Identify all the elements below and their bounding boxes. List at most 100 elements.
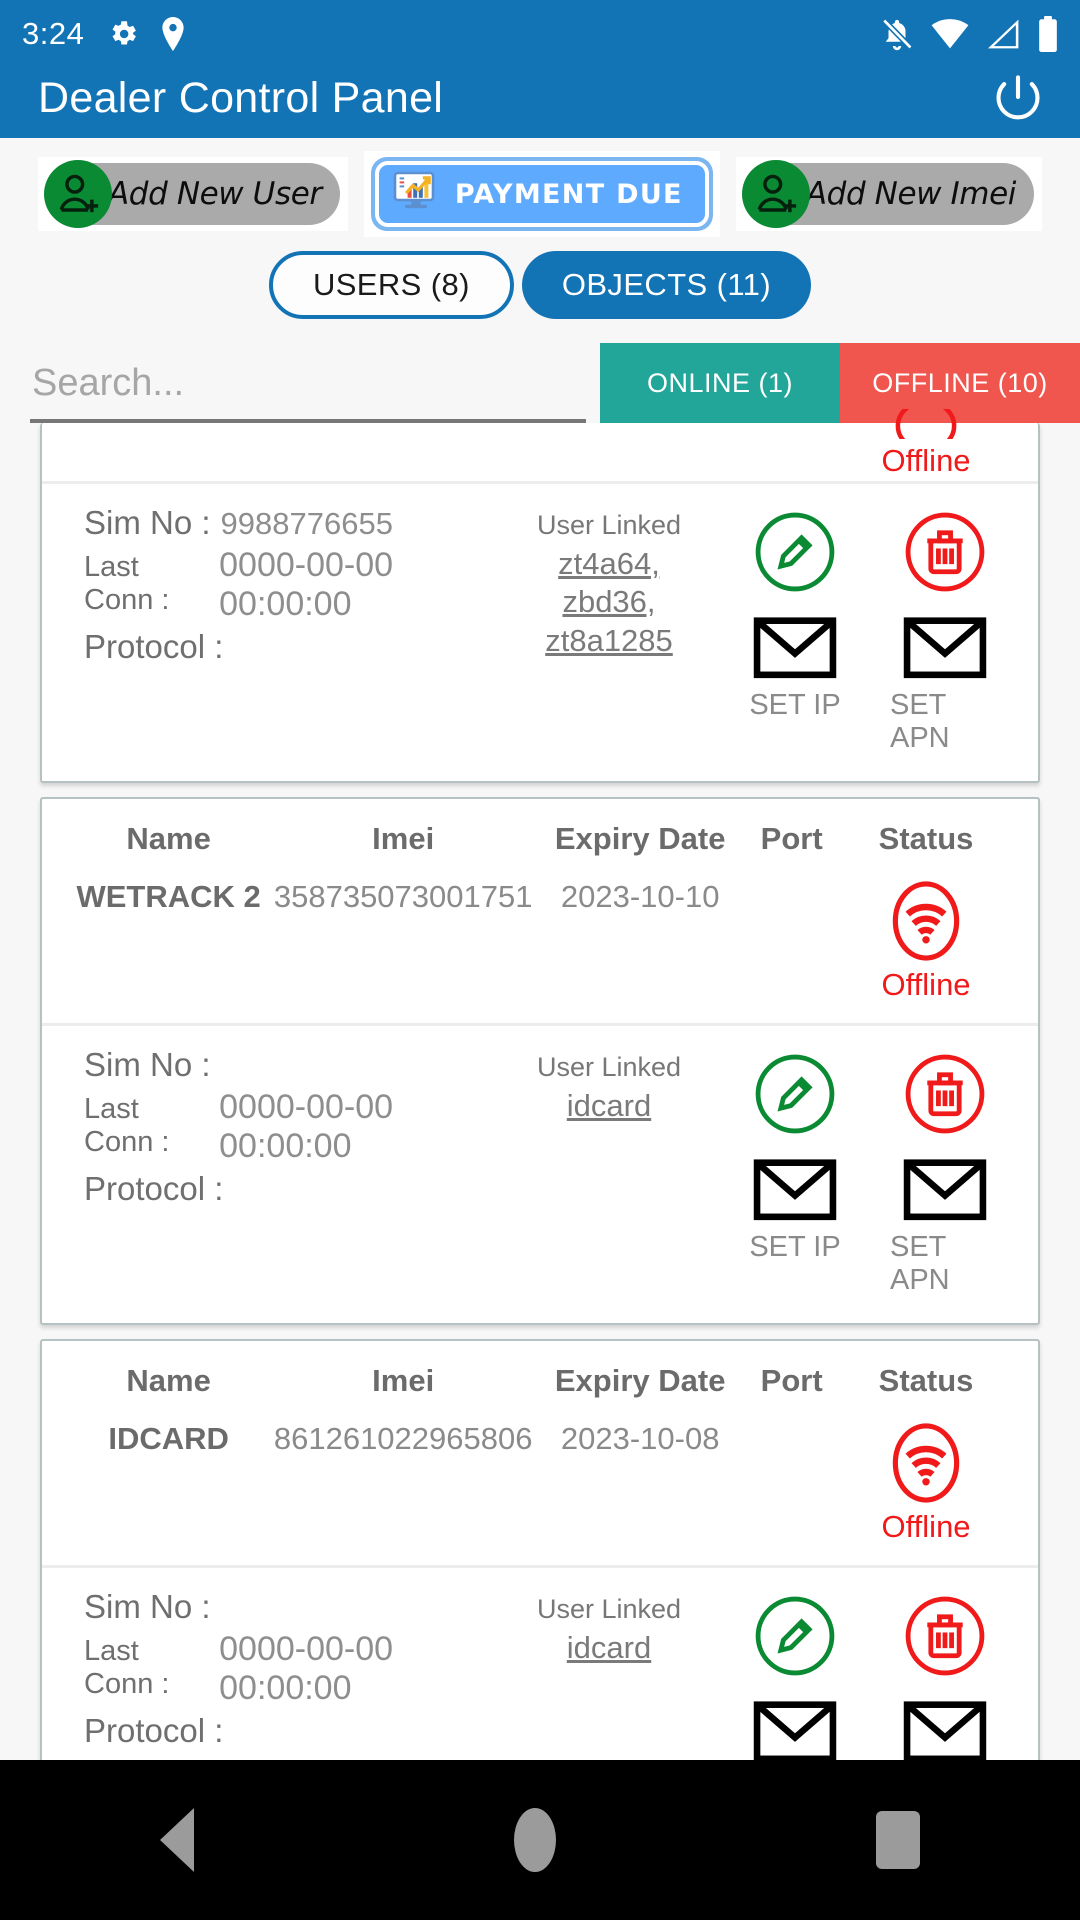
back-icon[interactable] <box>160 1808 194 1872</box>
power-button[interactable] <box>988 68 1048 128</box>
edit-button[interactable] <box>749 1048 841 1140</box>
protocol-label: Protocol : <box>84 628 224 665</box>
sim-no-value: 9988776655 <box>220 506 393 541</box>
wifi-offline-icon <box>892 881 960 961</box>
search-input[interactable] <box>30 362 586 423</box>
delete-button[interactable] <box>899 1048 991 1140</box>
location-pin-icon <box>162 17 184 51</box>
user-add-icon <box>741 160 810 228</box>
envelope-icon <box>753 1159 837 1221</box>
object-list: Offline Sim No : 9988776655 Last Conn : … <box>0 409 1080 1867</box>
edit-pencil-icon <box>755 1596 835 1676</box>
set-ip-button[interactable] <box>752 1154 838 1229</box>
android-nav-bar <box>0 1760 1080 1920</box>
linked-user-link[interactable]: idcard <box>567 1629 651 1667</box>
filter-offline-button[interactable]: OFFLINE (10) <box>840 343 1080 423</box>
last-conn-value: 0000-00-00 00:00:00 <box>219 1630 394 1707</box>
sim-no-label: Sim No : <box>84 1588 211 1625</box>
last-conn-value: 0000-00-00 00:00:00 <box>219 1088 394 1165</box>
object-card: Offline Sim No : 9988776655 Last Conn : … <box>40 409 1040 783</box>
object-detail: Sim No : 9988776655 Last Conn : 0000-00-… <box>42 484 1038 781</box>
trash-icon <box>905 1596 985 1676</box>
sim-no-label: Sim No : <box>84 504 211 541</box>
envelope-icon <box>903 1701 987 1763</box>
envelope-icon <box>753 1701 837 1763</box>
user-add-icon <box>44 160 112 228</box>
recents-icon[interactable] <box>876 1811 920 1869</box>
status-bar: 3:24 <box>0 0 1080 68</box>
home-icon[interactable] <box>514 1808 556 1872</box>
envelope-icon <box>903 1159 987 1221</box>
edit-button[interactable] <box>749 1590 841 1682</box>
sim-no-label: Sim No : <box>84 1046 211 1083</box>
status-badge: Offline <box>881 443 971 478</box>
column-header-port: Port <box>760 1363 823 1398</box>
signal-icon <box>988 19 1019 49</box>
segment-tabs: USERS (8) OBJECTS (11) <box>0 237 1080 319</box>
search-filter-row: ONLINE (1) OFFLINE (10) <box>0 319 1080 423</box>
set-ip-button[interactable] <box>752 612 838 687</box>
battery-icon <box>1039 16 1057 52</box>
payment-due-button[interactable]: PAYMENT DUE <box>363 151 720 237</box>
payment-due-label: PAYMENT DUE <box>454 178 683 210</box>
set-ip-label: SET IP <box>749 689 841 721</box>
app-bar: Dealer Control Panel <box>0 68 1080 138</box>
tab-objects[interactable]: OBJECTS (11) <box>521 251 812 319</box>
column-header-status: Status <box>878 821 974 856</box>
wifi-icon <box>931 19 969 49</box>
cell-name: WETRACK 2 <box>76 879 261 914</box>
table-header-row: Name Imei Expiry Date Port Status <box>42 1341 1038 1403</box>
notifications-off-icon <box>882 18 913 51</box>
add-new-imei-button[interactable]: Add New Imei <box>735 157 1042 231</box>
set-apn-button[interactable] <box>902 1154 988 1229</box>
last-conn-value: 0000-00-00 00:00:00 <box>219 546 394 623</box>
last-conn-label: Last Conn : <box>84 1093 170 1158</box>
protocol-label: Protocol : <box>84 1170 224 1207</box>
column-header-imei: Imei <box>372 821 435 856</box>
column-header-imei: Imei <box>372 1363 435 1398</box>
page-title: Dealer Control Panel <box>38 73 444 122</box>
add-new-user-label: Add New User <box>108 176 322 212</box>
column-header-status: Status <box>878 1363 974 1398</box>
edit-pencil-icon <box>755 512 835 592</box>
set-apn-button[interactable] <box>902 612 988 687</box>
table-header-row: Name Imei Expiry Date Port Status <box>42 799 1038 861</box>
object-detail: Sim No : Last Conn : 0000-00-00 00:00:00… <box>42 1026 1038 1323</box>
envelope-icon <box>753 617 837 679</box>
cell-imei: 861261022965806 <box>273 1421 533 1456</box>
column-header-name: Name <box>126 1363 211 1398</box>
column-header-expiry: Expiry Date <box>554 821 726 856</box>
last-conn-label: Last Conn : <box>84 1635 170 1700</box>
column-header-expiry: Expiry Date <box>554 1363 726 1398</box>
trash-icon <box>905 1054 985 1134</box>
gear-icon <box>112 21 137 45</box>
user-linked-label: User Linked <box>536 510 682 540</box>
user-linked-label: User Linked <box>536 1594 682 1624</box>
set-ip-label: SET IP <box>749 1231 841 1263</box>
cell-imei: 358735073001751 <box>273 879 533 914</box>
filter-online-button[interactable]: ONLINE (1) <box>600 343 840 423</box>
linked-user-link[interactable]: zt8a1285 <box>545 622 673 660</box>
chart-monitor-icon <box>391 166 443 223</box>
envelope-icon <box>903 617 987 679</box>
wifi-offline-icon <box>895 409 957 439</box>
power-icon <box>996 75 1040 120</box>
delete-button[interactable] <box>899 506 991 598</box>
last-conn-label: Last Conn : <box>84 551 170 616</box>
add-new-user-button[interactable]: Add New User <box>38 157 348 231</box>
linked-user-link[interactable]: idcard <box>567 1087 651 1125</box>
add-new-imei-label: Add New Imei <box>805 176 1017 212</box>
status-time: 3:24 <box>22 16 85 51</box>
linked-user-link[interactable]: zt4a64, <box>558 545 660 583</box>
column-header-port: Port <box>760 821 823 856</box>
set-apn-label: SET APN <box>890 1231 950 1296</box>
edit-pencil-icon <box>755 1054 835 1134</box>
cell-expiry: 2023-10-08 <box>560 1421 720 1456</box>
wifi-offline-icon <box>892 1423 960 1503</box>
edit-button[interactable] <box>749 506 841 598</box>
linked-user-link[interactable]: zbd36, <box>562 583 655 621</box>
delete-button[interactable] <box>899 1590 991 1682</box>
user-linked-label: User Linked <box>536 1052 682 1082</box>
column-header-name: Name <box>126 821 211 856</box>
tab-users[interactable]: USERS (8) <box>268 251 514 319</box>
